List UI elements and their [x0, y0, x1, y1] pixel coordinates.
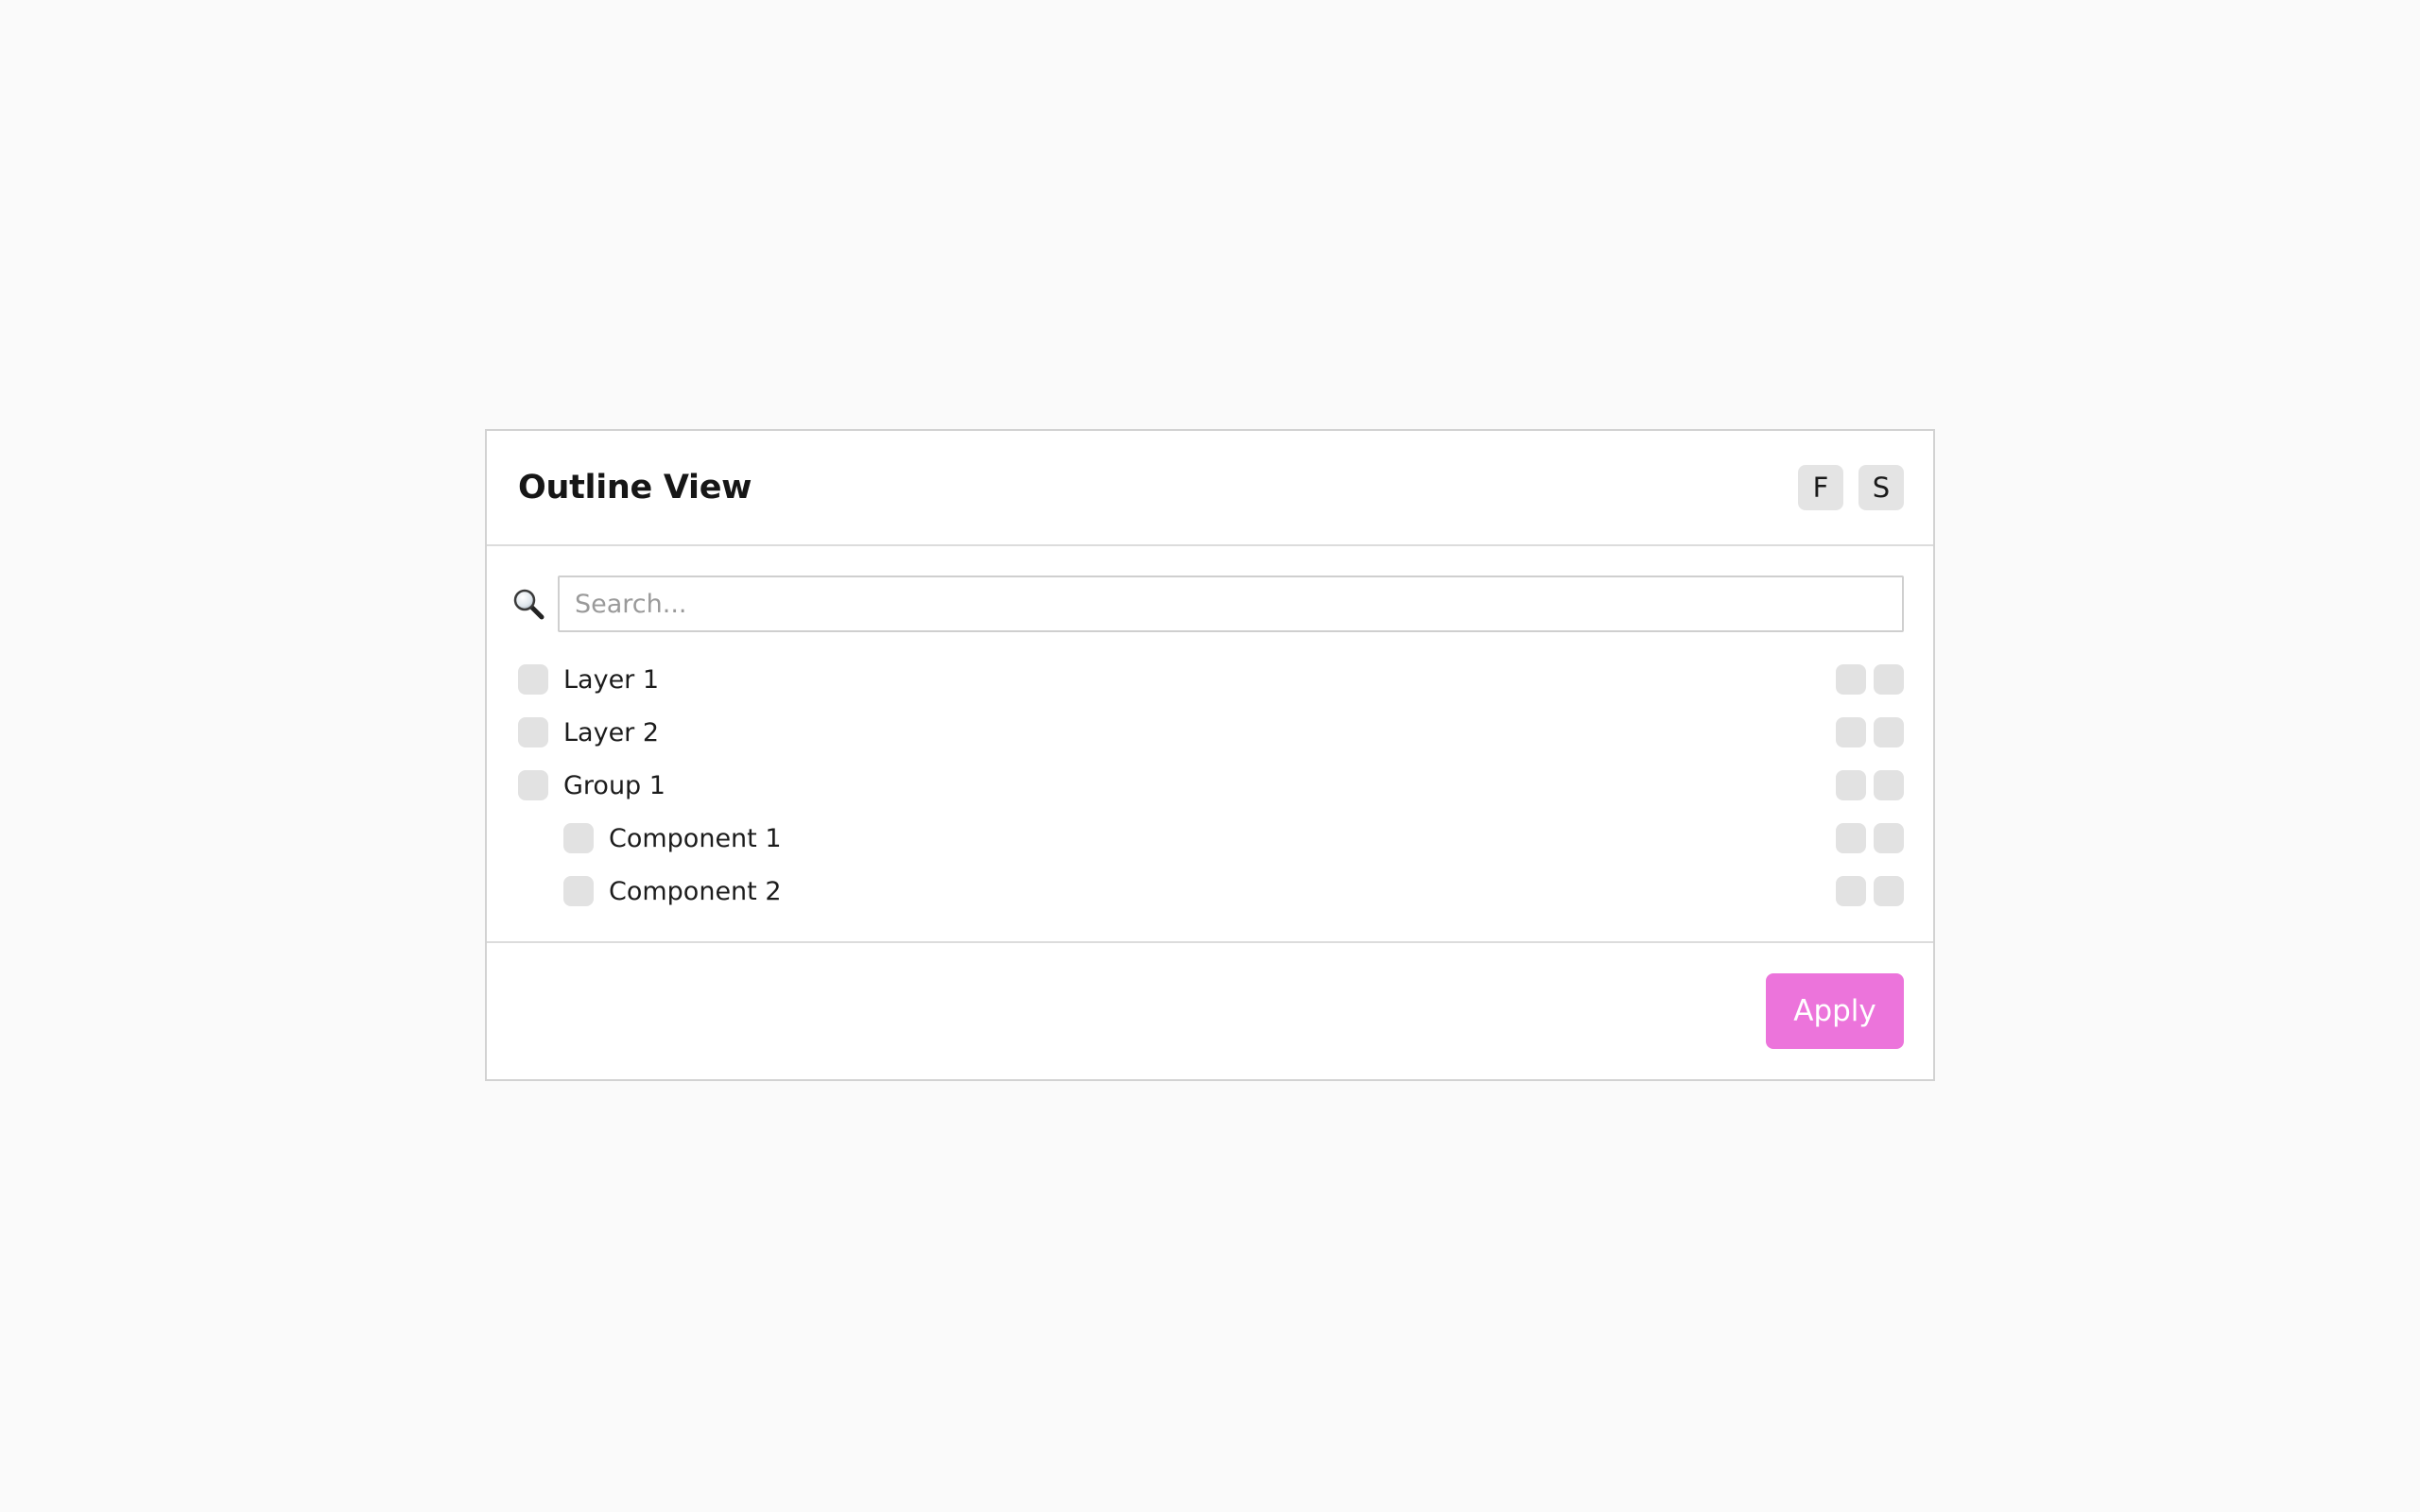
visibility-toggle[interactable] — [518, 717, 548, 747]
apply-button[interactable]: Apply — [1766, 973, 1904, 1049]
header-buttons: F S — [1798, 465, 1904, 510]
outline-tree: Layer 1 Layer 2 Group 1 Component 1 Comp… — [512, 653, 1904, 918]
tree-item-component-1[interactable]: Component 1 — [512, 812, 1904, 865]
lock-toggle[interactable] — [1836, 770, 1866, 800]
header-button-f[interactable]: F — [1798, 465, 1843, 510]
panel-title: Outline View — [518, 469, 752, 507]
options-toggle[interactable] — [1874, 717, 1904, 747]
search-icon — [512, 588, 544, 620]
outline-panel: Outline View F S Search... Layer 1 Layer… — [485, 429, 1935, 1081]
row-actions — [1836, 823, 1904, 853]
visibility-toggle[interactable] — [518, 770, 548, 800]
search-input[interactable] — [558, 576, 1904, 632]
panel-footer: Apply — [487, 943, 1933, 1079]
row-actions — [1836, 664, 1904, 695]
row-actions — [1836, 876, 1904, 906]
lock-toggle[interactable] — [1836, 876, 1866, 906]
search-row — [512, 576, 1904, 632]
panel-header: Outline View F S — [487, 431, 1933, 546]
row-actions — [1836, 717, 1904, 747]
tree-item-label: Layer 2 — [563, 717, 660, 747]
tree-item-layer-1[interactable]: Layer 1 — [512, 653, 1904, 706]
tree-item-label: Layer 1 — [563, 664, 660, 695]
visibility-toggle[interactable] — [563, 823, 594, 853]
lock-toggle[interactable] — [1836, 664, 1866, 695]
tree-item-label: Group 1 — [563, 770, 666, 800]
visibility-toggle[interactable] — [518, 664, 548, 695]
tree-item-label: Component 1 — [609, 823, 782, 853]
options-toggle[interactable] — [1874, 664, 1904, 695]
row-actions — [1836, 770, 1904, 800]
lock-toggle[interactable] — [1836, 823, 1866, 853]
visibility-toggle[interactable] — [563, 876, 594, 906]
panel-body: Layer 1 Layer 2 Group 1 — [487, 546, 1933, 943]
options-toggle[interactable] — [1874, 770, 1904, 800]
options-toggle[interactable] — [1874, 876, 1904, 906]
lock-toggle[interactable] — [1836, 717, 1866, 747]
tree-item-label: Component 2 — [609, 876, 782, 906]
header-button-s[interactable]: S — [1858, 465, 1904, 510]
tree-item-layer-2[interactable]: Layer 2 — [512, 706, 1904, 759]
tree-item-group-1[interactable]: Group 1 — [512, 759, 1904, 812]
options-toggle[interactable] — [1874, 823, 1904, 853]
tree-item-component-2[interactable]: Component 2 — [512, 865, 1904, 918]
